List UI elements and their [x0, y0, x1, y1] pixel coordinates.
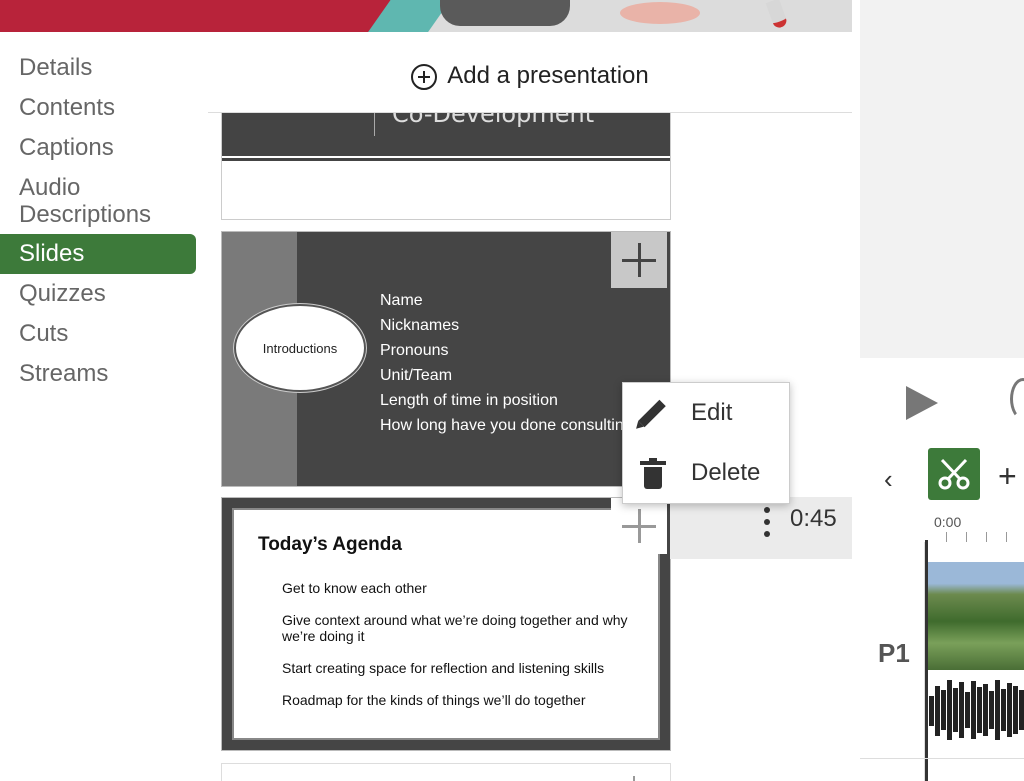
slide-divider — [374, 113, 375, 136]
nav-item-cuts[interactable]: Cuts — [0, 314, 200, 354]
slide-thumbnail-selected[interactable]: Today’s Agenda Get to know each other Gi… — [221, 497, 671, 751]
bullet: How long have you done consulting — [380, 417, 633, 434]
slide-thumbnail[interactable]: Co-Development — [221, 113, 671, 220]
ruler-tick — [946, 532, 947, 542]
nav-item-streams[interactable]: Streams — [0, 354, 200, 394]
track-divider — [860, 758, 1024, 759]
timeline-ruler: 0:00 — [860, 506, 1024, 543]
slide-bullets: Name Nicknames Pronouns Unit/Team Length… — [380, 288, 633, 438]
bullet: Name — [380, 292, 423, 309]
slide-header: Co-Development — [222, 113, 670, 156]
slide-content: Today’s Agenda Get to know each other Gi… — [232, 508, 660, 740]
timeline-track[interactable] — [925, 542, 1024, 781]
video-thumbnail-strip — [927, 562, 1024, 670]
agenda-item: Get to know each other — [282, 580, 427, 596]
edit-menu-item[interactable]: Edit — [623, 385, 789, 441]
plus-icon[interactable] — [624, 772, 644, 781]
context-menu: Edit Delete — [622, 382, 790, 504]
slide-title-fragment: Co-Development — [392, 113, 595, 128]
agenda-item: Roadmap for the kinds of things we’ll do… — [282, 692, 586, 708]
nav-item-slides[interactable]: Slides — [0, 234, 196, 274]
banner-device — [440, 0, 570, 26]
introductions-oval: Introductions — [234, 304, 366, 392]
timeline-toolbar: ‹ + — [860, 444, 1024, 507]
banner-pen — [765, 0, 789, 30]
track-label-column: P1 — [860, 542, 925, 781]
video-preview-panel — [860, 0, 1024, 358]
agenda-list: Get to know each other Give context arou… — [282, 580, 640, 724]
slide-timing-row: 0:45 — [670, 497, 852, 559]
ruler-tick — [966, 532, 967, 542]
agenda-title: Today’s Agenda — [258, 534, 402, 555]
ruler-tick — [986, 532, 987, 542]
add-slide-button[interactable] — [611, 498, 667, 554]
ruler-tick — [1006, 532, 1007, 542]
edit-label: Edit — [691, 399, 733, 426]
delete-label: Delete — [691, 459, 761, 486]
nav-item-quizzes[interactable]: Quizzes — [0, 274, 200, 314]
chevron-left-icon[interactable]: ‹ — [884, 464, 893, 495]
audio-waveform — [927, 674, 1024, 746]
plus-icon — [622, 509, 656, 543]
nav-item-captions[interactable]: Captions — [0, 128, 200, 168]
delete-menu-item[interactable]: Delete — [623, 445, 789, 501]
banner-red-area — [0, 0, 400, 32]
add-track-icon[interactable]: + — [998, 458, 1017, 495]
track-label: P1 — [878, 638, 910, 668]
bullet: Unit/Team — [380, 367, 453, 384]
play-icon[interactable] — [906, 386, 938, 420]
side-nav: Details Contents Captions Audio Descript… — [0, 48, 200, 394]
slide-separator — [222, 158, 670, 161]
agenda-item: Start creating space for reflection and … — [282, 660, 605, 676]
trash-icon — [635, 455, 671, 491]
banner-cup — [620, 2, 700, 24]
top-banner-image — [0, 0, 852, 32]
nav-item-details[interactable]: Details — [0, 48, 200, 88]
pencil-icon — [635, 395, 671, 431]
playhead[interactable] — [925, 540, 928, 781]
bullet: Pronouns — [380, 342, 449, 359]
nav-item-audio-descriptions[interactable]: Audio Descriptions — [0, 168, 200, 234]
add-slide-button[interactable] — [611, 232, 667, 288]
slide-time: 0:45 — [790, 505, 837, 532]
slide-thumbnail[interactable] — [221, 763, 671, 781]
agenda-item: Give context around what we’re doing tog… — [282, 612, 628, 644]
bullet: Nicknames — [380, 317, 460, 334]
replay-icon[interactable] — [1010, 378, 1024, 420]
circle-plus-icon — [411, 64, 438, 90]
plus-icon — [622, 243, 656, 277]
add-presentation-button[interactable]: Add a presentation — [208, 56, 852, 113]
bullet: Length of time in position — [380, 392, 558, 409]
more-options-icon[interactable] — [764, 507, 770, 537]
cut-button[interactable] — [928, 448, 980, 500]
slide-thumbnail[interactable]: Introductions Name Nicknames Pronouns Un… — [221, 231, 671, 487]
ruler-start-time: 0:00 — [934, 514, 962, 530]
scissors-icon — [938, 458, 970, 490]
add-presentation-label: Add a presentation — [447, 62, 649, 89]
player-controls — [860, 358, 1024, 445]
nav-item-contents[interactable]: Contents — [0, 88, 200, 128]
